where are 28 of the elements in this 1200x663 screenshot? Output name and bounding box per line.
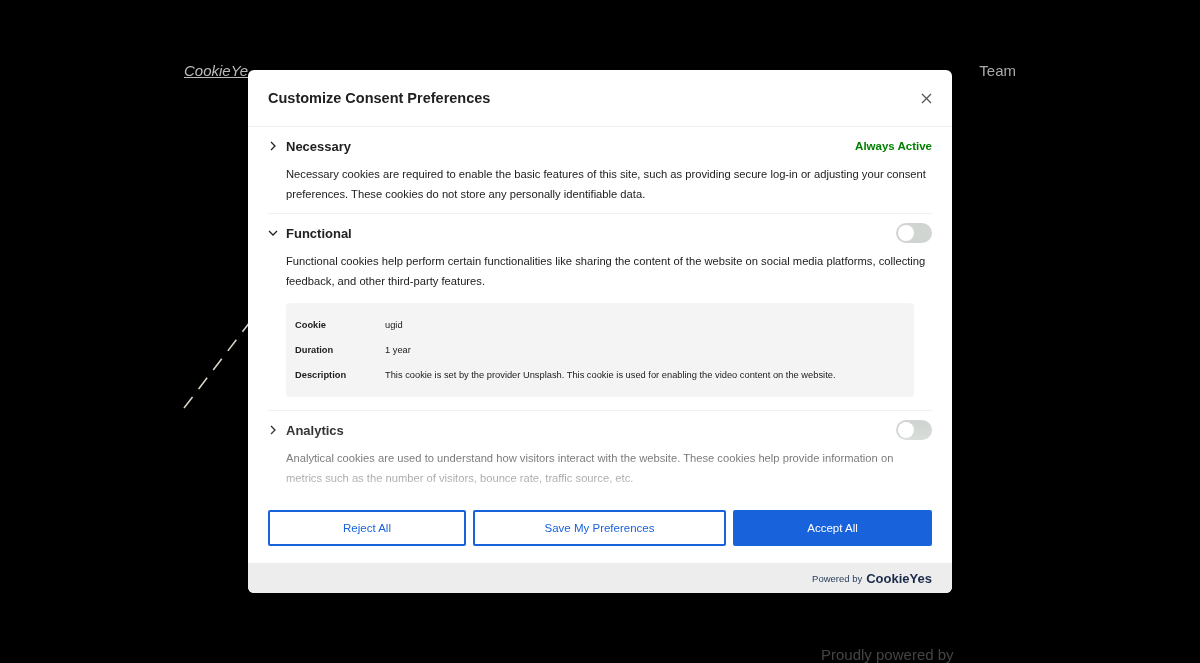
chevron-down-icon[interactable] xyxy=(268,228,278,238)
close-icon[interactable] xyxy=(921,92,932,104)
chevron-right-icon[interactable] xyxy=(268,425,278,435)
brand-logo[interactable]: CookieYes xyxy=(866,570,932,586)
category-description: Necessary cookies are required to enable the basic features of this site, such as providing secure log-in or adjusting your consent preferences. These cookies do not store any personally identifiable data. xyxy=(286,167,927,202)
detail-label: Description xyxy=(295,369,348,380)
detail-value: 1 year xyxy=(385,344,411,355)
site-logo-link[interactable]: CookieYe xyxy=(184,62,249,79)
status-label: Always Active xyxy=(855,140,932,152)
category-title: Analytics xyxy=(286,422,344,438)
category-description: Analytical cookies are used to understand how visitors interact with the website. These cookies help provide information on metrics such as the number of visitors, bounce rate, traffic source, etc. xyxy=(286,451,895,486)
category-title: Necessary xyxy=(286,138,352,154)
toggle-switch[interactable] xyxy=(896,420,932,440)
category-description: Functional cookies help perform certain functionalities like sharing the content of the website on social media platforms, collecting feedback, and other third-party features. xyxy=(286,254,927,289)
detail-label: Cookie xyxy=(295,319,327,330)
detail-value: ugid xyxy=(385,319,403,330)
detail-value: This cookie is set by the provider Unsplash. This cookie is used for enabling the video content on the website. xyxy=(385,369,836,380)
nav-link[interactable]: Team xyxy=(979,62,1016,79)
footer-text: Proudly powered by xyxy=(821,646,954,663)
consent-button[interactable]: Accept All xyxy=(733,510,932,546)
consent-button[interactable]: Reject All xyxy=(268,510,466,546)
dialog-title: Customize Consent Preferences xyxy=(268,90,491,106)
chevron-right-icon[interactable] xyxy=(268,141,278,151)
consent-button[interactable]: Save My Preferences xyxy=(473,510,726,546)
toggle-switch[interactable] xyxy=(896,223,932,243)
powered-by-text: Powered by xyxy=(812,572,863,584)
category-title: Functional xyxy=(286,225,352,241)
detail-label: Duration xyxy=(295,344,335,355)
